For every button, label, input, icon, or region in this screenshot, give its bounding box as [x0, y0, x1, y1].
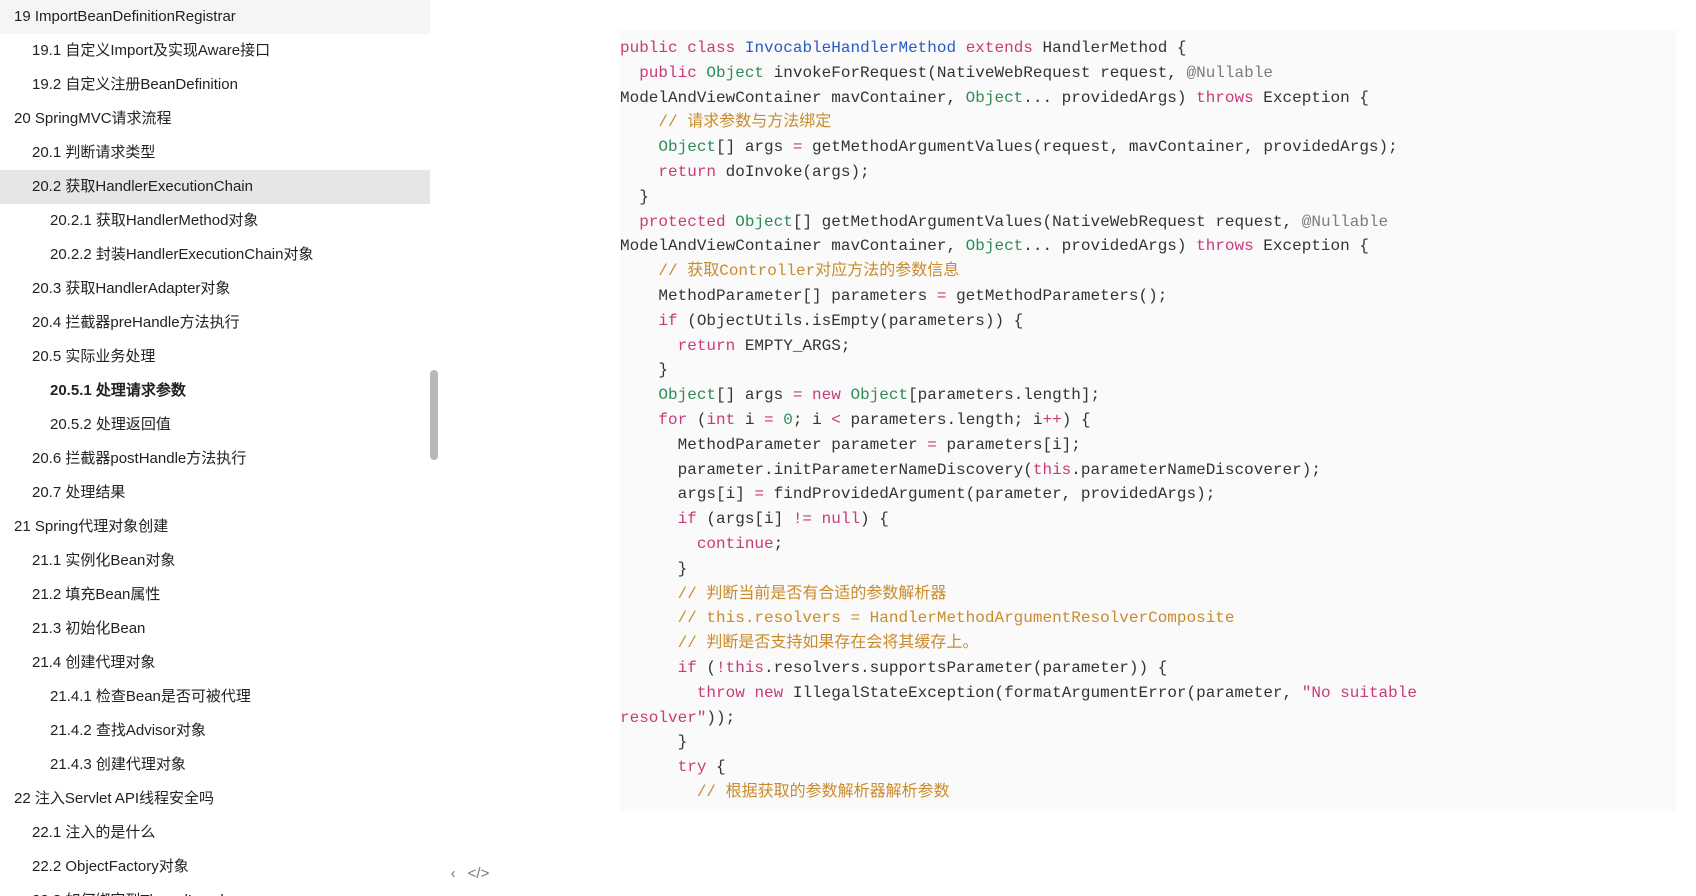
toc-item-10[interactable]: 20.5 实际业务处理	[0, 340, 430, 374]
toc-item-7[interactable]: 20.2.2 封装HandlerExecutionChain对象	[0, 238, 430, 272]
toc-item-25[interactable]: 22.2 ObjectFactory对象	[0, 850, 430, 884]
toc-item-6[interactable]: 20.2.1 获取HandlerMethod对象	[0, 204, 430, 238]
toc-item-1[interactable]: 19.1 自定义Import及实现Aware接口	[0, 34, 430, 68]
toc-item-24[interactable]: 22.1 注入的是什么	[0, 816, 430, 850]
toc-item-11[interactable]: 20.5.1 处理请求参数	[0, 374, 430, 408]
scrollbar-thumb[interactable]	[430, 370, 438, 460]
toc-item-15[interactable]: 21 Spring代理对象创建	[0, 510, 430, 544]
toc-item-3[interactable]: 20 SpringMVC请求流程	[0, 102, 430, 136]
toc-item-23[interactable]: 22 注入Servlet API线程安全吗	[0, 782, 430, 816]
toc-item-16[interactable]: 21.1 实例化Bean对象	[0, 544, 430, 578]
toc-item-9[interactable]: 20.4 拦截器preHandle方法执行	[0, 306, 430, 340]
back-icon[interactable]: ‹	[451, 865, 456, 882]
toc-item-18[interactable]: 21.3 初始化Bean	[0, 612, 430, 646]
app-layout: 19 ImportBeanDefinitionRegistrar19.1 自定义…	[0, 0, 1696, 896]
toc-item-8[interactable]: 20.3 获取HandlerAdapter对象	[0, 272, 430, 306]
toc-item-22[interactable]: 21.4.3 创建代理对象	[0, 748, 430, 782]
toc-item-21[interactable]: 21.4.2 查找Advisor对象	[0, 714, 430, 748]
toc-item-2[interactable]: 19.2 自定义注册BeanDefinition	[0, 68, 430, 102]
editor-toolbar: ‹ </>	[440, 0, 500, 896]
toc-item-4[interactable]: 20.1 判断请求类型	[0, 136, 430, 170]
toc-item-12[interactable]: 20.5.2 处理返回值	[0, 408, 430, 442]
toc-item-20[interactable]: 21.4.1 检查Bean是否可被代理	[0, 680, 430, 714]
code-block[interactable]: public class InvocableHandlerMethod exte…	[620, 30, 1676, 811]
view-source-icon[interactable]: </>	[468, 865, 490, 882]
toc-item-0[interactable]: 19 ImportBeanDefinitionRegistrar	[0, 0, 430, 34]
toc-item-17[interactable]: 21.2 填充Bean属性	[0, 578, 430, 612]
toc-item-5[interactable]: 20.2 获取HandlerExecutionChain	[0, 170, 430, 204]
content-area: public class InvocableHandlerMethod exte…	[500, 0, 1696, 896]
toc-item-13[interactable]: 20.6 拦截器postHandle方法执行	[0, 442, 430, 476]
toc-item-19[interactable]: 21.4 创建代理对象	[0, 646, 430, 680]
toc-item-14[interactable]: 20.7 处理结果	[0, 476, 430, 510]
toc-item-26[interactable]: 22.3 如何绑定到ThreadLocal	[0, 884, 430, 896]
toc-sidebar[interactable]: 19 ImportBeanDefinitionRegistrar19.1 自定义…	[0, 0, 440, 896]
